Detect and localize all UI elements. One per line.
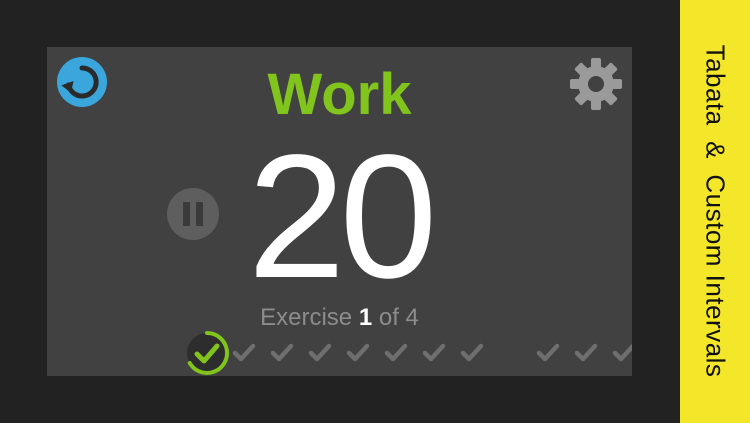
check-icon <box>460 343 484 362</box>
countdown-value: 20 <box>247 119 438 315</box>
interval-progress <box>47 323 632 376</box>
check-icon <box>384 343 408 362</box>
pause-button[interactable] <box>166 187 220 241</box>
check-icon <box>536 343 560 362</box>
current-interval-ring <box>187 331 229 375</box>
pause-icon <box>167 188 219 240</box>
phase-label: Work <box>267 62 412 127</box>
timer-screen: Work 20 Exercise 1 of 4 <box>47 47 632 376</box>
app-page: Work 20 Exercise 1 of 4 Tabata & Custom … <box>0 0 750 423</box>
check-icon <box>612 343 632 362</box>
check-icon <box>232 343 256 362</box>
promo-banner-text: Tabata & Custom Intervals <box>700 44 731 378</box>
check-icon <box>574 343 598 362</box>
promo-banner: Tabata & Custom Intervals <box>680 0 750 423</box>
check-icon <box>308 343 332 362</box>
check-icon <box>422 343 446 362</box>
check-icon <box>270 343 294 362</box>
check-icon <box>346 343 370 362</box>
